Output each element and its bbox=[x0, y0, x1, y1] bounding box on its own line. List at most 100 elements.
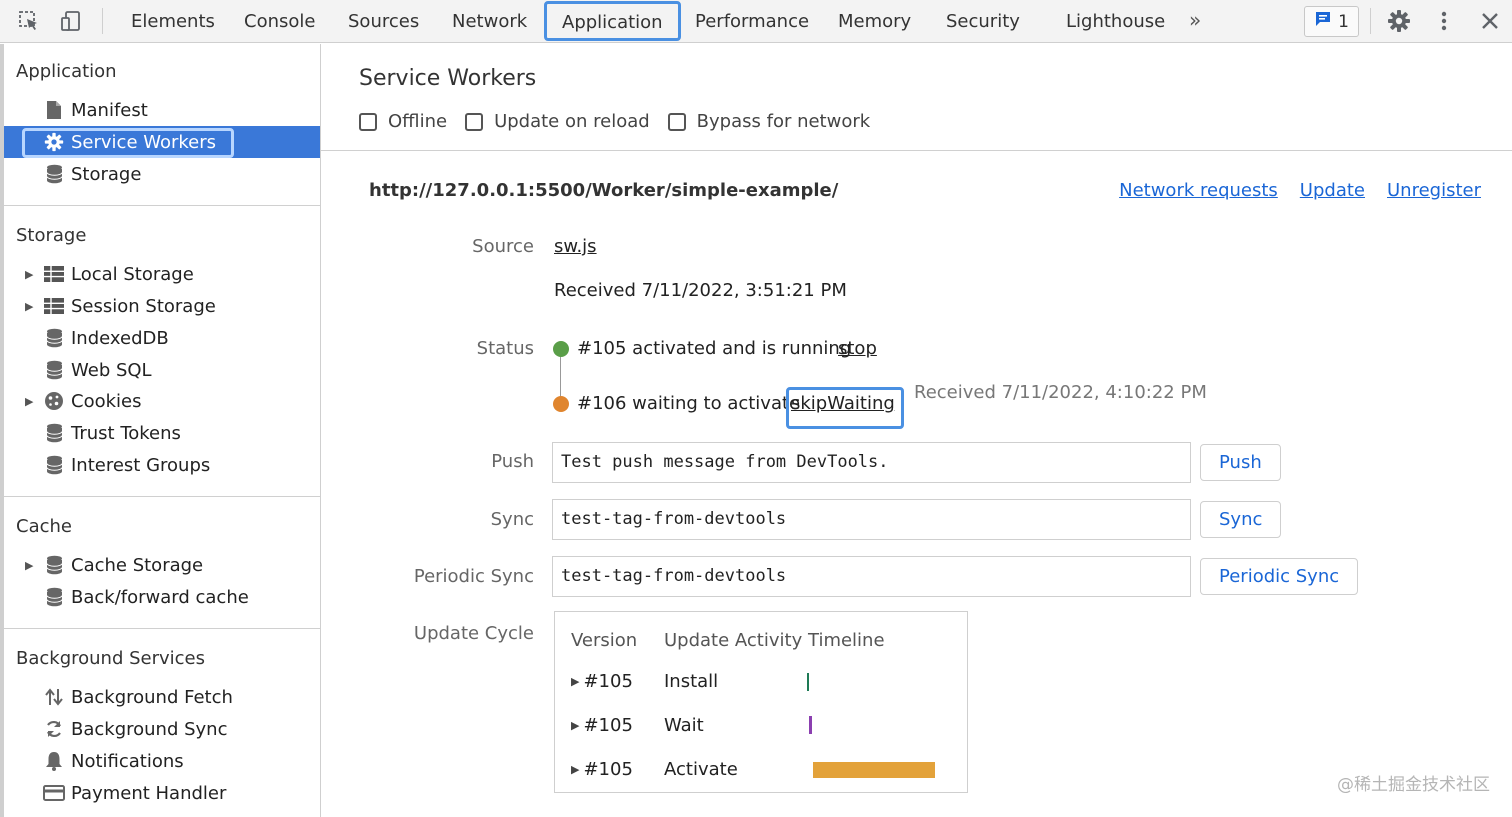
tab-elements[interactable]: Elements bbox=[131, 0, 215, 43]
column-header-timeline: Timeline bbox=[808, 630, 885, 651]
tab-console[interactable]: Console bbox=[244, 0, 315, 43]
inspect-element-icon[interactable] bbox=[16, 8, 42, 34]
periodic-sync-button[interactable]: Periodic Sync bbox=[1200, 558, 1359, 595]
expand-arrow-icon[interactable]: ▶ bbox=[25, 268, 33, 281]
sidebar-item-label: Service Workers bbox=[71, 131, 217, 153]
device-toolbar-icon[interactable] bbox=[58, 8, 84, 34]
sidebar-item-local-storage[interactable]: ▶ Local Storage bbox=[4, 258, 320, 290]
offline-label: Offline bbox=[388, 111, 448, 132]
sidebar-item-service-workers[interactable]: Service Workers bbox=[4, 126, 320, 158]
source-received-time: Received 7/11/2022, 3:51:21 PM bbox=[554, 280, 847, 301]
sidebar-item-label: Local Storage bbox=[71, 263, 194, 285]
table-row-version[interactable]: ▶ #105 bbox=[571, 671, 633, 692]
sidebar-item-manifest[interactable]: Manifest bbox=[4, 94, 320, 126]
waiting-received-time: Received 7/11/2022, 4:10:22 PM bbox=[914, 382, 1207, 403]
sidebar-item-indexeddb[interactable]: IndexedDB bbox=[4, 322, 320, 354]
section-title-storage: Storage bbox=[16, 225, 87, 246]
sidebar-item-label: Cookies bbox=[71, 390, 142, 412]
section-title-background-services: Background Services bbox=[16, 648, 206, 669]
tab-lighthouse[interactable]: Lighthouse bbox=[1066, 0, 1165, 43]
expand-arrow-icon[interactable]: ▶ bbox=[25, 559, 33, 572]
version-text: #105 bbox=[583, 759, 633, 780]
sidebar-item-notifications[interactable]: Notifications bbox=[4, 745, 320, 777]
skip-waiting-link[interactable]: skipWaiting bbox=[791, 393, 895, 414]
tab-network[interactable]: Network bbox=[452, 0, 527, 43]
table-row-version[interactable]: ▶ #105 bbox=[571, 759, 633, 780]
message-icon bbox=[1314, 10, 1332, 33]
tab-security[interactable]: Security bbox=[946, 0, 1020, 43]
sidebar-item-label: Background Sync bbox=[71, 718, 228, 740]
expand-arrow-icon[interactable]: ▶ bbox=[25, 300, 33, 313]
cookie-icon bbox=[42, 389, 66, 413]
sync-button[interactable]: Sync bbox=[1200, 501, 1282, 538]
sidebar-item-session-storage[interactable]: ▶ Session Storage bbox=[4, 290, 320, 322]
sidebar-item-interest-groups[interactable]: Interest Groups bbox=[4, 449, 320, 481]
sidebar-item-background-fetch[interactable]: Background Fetch bbox=[4, 681, 320, 713]
database-icon bbox=[42, 453, 66, 477]
sidebar-divider bbox=[4, 205, 320, 206]
offline-checkbox[interactable] bbox=[359, 112, 377, 131]
issues-count: 1 bbox=[1338, 11, 1349, 32]
sync-icon bbox=[42, 717, 66, 741]
table-grid-icon bbox=[42, 294, 66, 318]
database-icon bbox=[42, 162, 66, 186]
table-row-version[interactable]: ▶ #105 bbox=[571, 715, 633, 736]
push-message-input[interactable]: Test push message from DevTools. bbox=[552, 442, 1191, 483]
offline-option[interactable]: Offline bbox=[359, 111, 447, 132]
column-header-update-activity: Update Activity bbox=[664, 630, 803, 651]
status-waiting-text: #106 waiting to activate bbox=[577, 393, 801, 414]
sidebar-item-payment-handler[interactable]: Payment Handler bbox=[4, 777, 320, 809]
sync-label: Sync bbox=[490, 509, 534, 530]
bypass-for-network-option[interactable]: Bypass for network bbox=[667, 111, 871, 132]
bypass-for-network-label: Bypass for network bbox=[696, 111, 871, 132]
expand-arrow-icon[interactable]: ▶ bbox=[571, 675, 579, 688]
status-active-text: #105 activated and is running bbox=[577, 338, 852, 359]
sync-tag-input[interactable]: test-tag-from-devtools bbox=[552, 499, 1191, 540]
bypass-for-network-checkbox[interactable] bbox=[667, 112, 686, 131]
update-on-reload-option[interactable]: Update on reload bbox=[465, 111, 650, 132]
sidebar-item-storage-overview[interactable]: Storage bbox=[4, 158, 320, 190]
close-icon[interactable] bbox=[1477, 8, 1503, 34]
table-row-activity: Install bbox=[664, 671, 719, 692]
update-cycle-label: Update Cycle bbox=[413, 623, 534, 644]
table-row-activity: Activate bbox=[664, 759, 738, 780]
expand-arrow-icon[interactable]: ▶ bbox=[25, 395, 33, 408]
more-options-icon[interactable] bbox=[1431, 8, 1457, 34]
version-text: #105 bbox=[583, 715, 633, 736]
sidebar-item-cache-storage[interactable]: ▶ Cache Storage bbox=[4, 549, 320, 581]
watermark: @稀土掘金技术社区 bbox=[1337, 775, 1490, 795]
sidebar-item-label: Cache Storage bbox=[71, 554, 204, 576]
update-on-reload-checkbox[interactable] bbox=[465, 112, 484, 131]
sidebar-item-label: Storage bbox=[71, 163, 142, 185]
tab-performance[interactable]: Performance bbox=[695, 0, 809, 43]
sidebar-item-web-sql[interactable]: Web SQL bbox=[4, 354, 320, 386]
service-workers-panel: Service Workers Offline Update on reload… bbox=[321, 44, 1512, 817]
expand-arrow-icon[interactable]: ▶ bbox=[571, 719, 579, 732]
credit-card-icon bbox=[42, 781, 66, 805]
stop-link[interactable]: stop bbox=[838, 338, 877, 359]
gear-icon[interactable] bbox=[1386, 8, 1412, 34]
push-button[interactable]: Push bbox=[1200, 444, 1281, 481]
issues-counter-button[interactable]: 1 bbox=[1304, 6, 1359, 37]
sidebar-item-background-sync[interactable]: Background Sync bbox=[4, 713, 320, 745]
tab-sources[interactable]: Sources bbox=[348, 0, 419, 43]
sidebar-item-label: Trust Tokens bbox=[71, 422, 181, 444]
expand-arrow-icon[interactable]: ▶ bbox=[571, 763, 579, 776]
source-file-link[interactable]: sw.js bbox=[554, 236, 597, 257]
tab-application[interactable]: Application bbox=[544, 1, 681, 41]
periodic-sync-tag-input[interactable]: test-tag-from-devtools bbox=[552, 556, 1191, 597]
section-title-application: Application bbox=[16, 61, 117, 82]
sidebar-item-trust-tokens[interactable]: Trust Tokens bbox=[4, 417, 320, 449]
update-link[interactable]: Update bbox=[1300, 180, 1365, 201]
sidebar-divider bbox=[4, 628, 320, 629]
tab-memory[interactable]: Memory bbox=[838, 0, 911, 43]
unregister-link[interactable]: Unregister bbox=[1387, 180, 1481, 201]
version-text: #105 bbox=[583, 671, 633, 692]
network-requests-link[interactable]: Network requests bbox=[1119, 180, 1278, 201]
more-tabs-button[interactable]: » bbox=[1189, 0, 1201, 43]
sidebar-item-label: Background Fetch bbox=[71, 686, 233, 708]
sidebar-item-cookies[interactable]: ▶ Cookies bbox=[4, 385, 320, 417]
sidebar-item-back-forward-cache[interactable]: Back/forward cache bbox=[4, 581, 320, 613]
status-waiting-dot bbox=[553, 396, 569, 412]
timeline-bar-wait bbox=[809, 716, 812, 734]
